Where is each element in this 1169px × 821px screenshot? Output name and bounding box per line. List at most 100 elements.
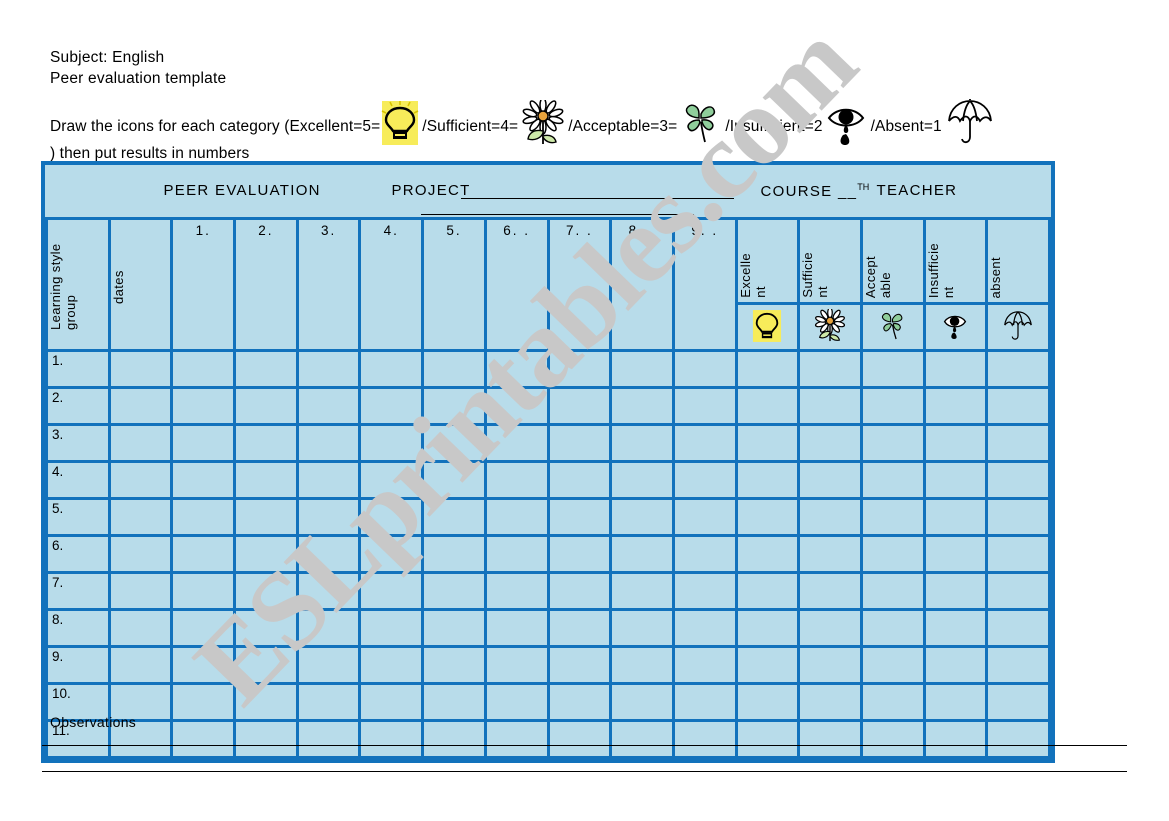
cell-dates[interactable] <box>107 386 174 426</box>
cell-c9[interactable] <box>671 608 738 648</box>
cell-c9[interactable] <box>671 682 738 722</box>
cell-absent[interactable] <box>985 608 1051 648</box>
cell-c6[interactable] <box>483 497 550 537</box>
cell-c7[interactable] <box>546 423 613 463</box>
cell-dates[interactable] <box>107 534 174 574</box>
cell-dates[interactable] <box>107 423 174 463</box>
cell-c5[interactable] <box>421 534 487 574</box>
cell-c7[interactable] <box>546 497 613 537</box>
cell-c8[interactable] <box>609 682 675 722</box>
table-row[interactable]: 8. <box>45 608 1051 648</box>
cell-insufficient[interactable] <box>922 423 989 463</box>
cell-absent[interactable] <box>985 386 1051 426</box>
cell-excellent[interactable] <box>734 423 801 463</box>
cell-c4[interactable] <box>358 423 425 463</box>
cell-c9[interactable] <box>671 719 738 759</box>
cell-c6[interactable] <box>483 423 550 463</box>
cell-absent[interactable] <box>985 349 1051 389</box>
cell-c7[interactable] <box>546 386 613 426</box>
cell-insufficient[interactable] <box>922 349 989 389</box>
cell-insufficient[interactable] <box>922 645 989 685</box>
cell-c7[interactable] <box>546 349 613 389</box>
cell-dates[interactable] <box>107 497 174 537</box>
cell-c2[interactable] <box>233 349 299 389</box>
cell-c3[interactable] <box>295 460 362 500</box>
cell-c9[interactable] <box>671 386 738 426</box>
cell-acceptable[interactable] <box>859 460 926 500</box>
cell-c6[interactable] <box>483 719 550 759</box>
cell-c1[interactable] <box>170 682 237 722</box>
cell-absent[interactable] <box>985 460 1051 500</box>
table-row[interactable]: 6. <box>45 534 1051 574</box>
cell-c6[interactable] <box>483 349 550 389</box>
cell-acceptable[interactable] <box>859 534 926 574</box>
cell-c2[interactable] <box>233 608 299 648</box>
cell-absent[interactable] <box>985 645 1051 685</box>
cell-c2[interactable] <box>233 682 299 722</box>
cell-c3[interactable] <box>295 719 362 759</box>
cell-acceptable[interactable] <box>859 682 926 722</box>
table-row[interactable]: 11. <box>45 719 1051 759</box>
cell-c1[interactable] <box>170 645 237 685</box>
cell-excellent[interactable] <box>734 386 801 426</box>
cell-c1[interactable] <box>170 719 237 759</box>
table-row[interactable]: 4. <box>45 460 1051 500</box>
cell-c4[interactable] <box>358 460 425 500</box>
cell-c4[interactable] <box>358 571 425 611</box>
cell-insufficient[interactable] <box>922 497 989 537</box>
cell-sufficient[interactable] <box>797 497 863 537</box>
cell-dates[interactable] <box>107 460 174 500</box>
cell-insufficient[interactable] <box>922 608 989 648</box>
cell-c3[interactable] <box>295 608 362 648</box>
cell-c3[interactable] <box>295 423 362 463</box>
cell-c6[interactable] <box>483 386 550 426</box>
cell-absent[interactable] <box>985 571 1051 611</box>
cell-excellent[interactable] <box>734 682 801 722</box>
cell-absent[interactable] <box>985 682 1051 722</box>
cell-c4[interactable] <box>358 386 425 426</box>
cell-c9[interactable] <box>671 645 738 685</box>
cell-c3[interactable] <box>295 645 362 685</box>
cell-c9[interactable] <box>671 349 738 389</box>
cell-c4[interactable] <box>358 534 425 574</box>
cell-absent[interactable] <box>985 719 1051 759</box>
cell-c9[interactable] <box>671 534 738 574</box>
cell-c1[interactable] <box>170 497 237 537</box>
table-row[interactable]: 9. <box>45 645 1051 685</box>
cell-c1[interactable] <box>170 460 237 500</box>
cell-c3[interactable] <box>295 571 362 611</box>
cell-c2[interactable] <box>233 497 299 537</box>
cell-c3[interactable] <box>295 386 362 426</box>
cell-c5[interactable] <box>421 608 487 648</box>
cell-absent[interactable] <box>985 534 1051 574</box>
table-row[interactable]: 2. <box>45 386 1051 426</box>
cell-insufficient[interactable] <box>922 719 989 759</box>
cell-c3[interactable] <box>295 534 362 574</box>
cell-c7[interactable] <box>546 571 613 611</box>
table-row[interactable]: 7. <box>45 571 1051 611</box>
cell-dates[interactable] <box>107 608 174 648</box>
observations-line-2[interactable] <box>42 771 1127 772</box>
cell-c5[interactable] <box>421 645 487 685</box>
cell-c3[interactable] <box>295 682 362 722</box>
cell-c8[interactable] <box>609 460 675 500</box>
cell-insufficient[interactable] <box>922 682 989 722</box>
cell-c6[interactable] <box>483 460 550 500</box>
cell-c4[interactable] <box>358 497 425 537</box>
cell-c4[interactable] <box>358 719 425 759</box>
cell-dates[interactable] <box>107 645 174 685</box>
cell-c8[interactable] <box>609 608 675 648</box>
cell-c4[interactable] <box>358 608 425 648</box>
table-row[interactable]: 10. <box>45 682 1051 722</box>
cell-c1[interactable] <box>170 534 237 574</box>
cell-sufficient[interactable] <box>797 349 863 389</box>
table-row[interactable]: 3. <box>45 423 1051 463</box>
cell-c8[interactable] <box>609 534 675 574</box>
cell-c4[interactable] <box>358 349 425 389</box>
cell-c3[interactable] <box>295 497 362 537</box>
cell-c6[interactable] <box>483 534 550 574</box>
cell-c7[interactable] <box>546 534 613 574</box>
cell-dates[interactable] <box>107 349 174 389</box>
cell-c5[interactable] <box>421 386 487 426</box>
cell-c2[interactable] <box>233 645 299 685</box>
